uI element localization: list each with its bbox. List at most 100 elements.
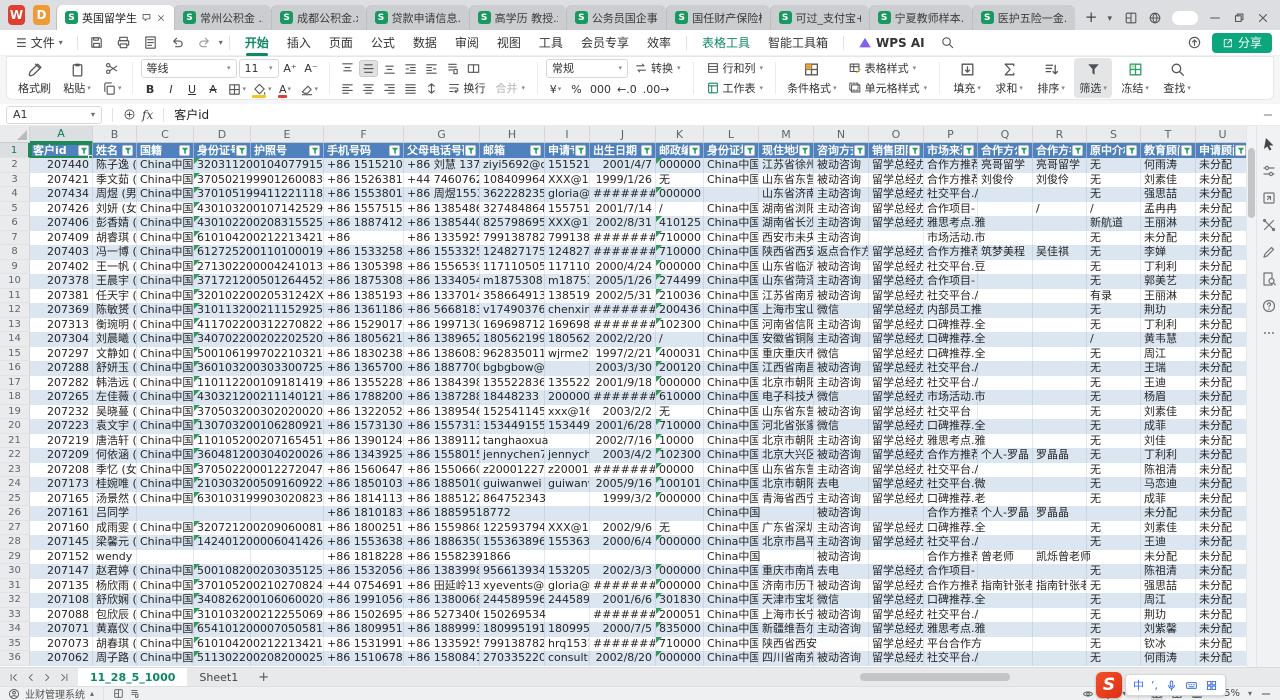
cell[interactable]: [1033, 477, 1087, 492]
cell[interactable]: China中国: [704, 274, 759, 289]
cell[interactable]: 未分配: [1141, 550, 1196, 565]
formula-bar-collapse-icon[interactable]: [1262, 109, 1274, 121]
vertical-scrollbar-thumb[interactable]: [1248, 148, 1255, 218]
cell[interactable]: +86 田延岭13954: [404, 579, 480, 594]
cell[interactable]: +86 13370140948: [404, 289, 480, 304]
row-number[interactable]: 10: [0, 274, 30, 289]
cell[interactable]: 207426: [30, 202, 93, 217]
menu-item-审阅[interactable]: 审阅: [446, 30, 488, 56]
cell[interactable]: 罗晶晶: [1033, 506, 1087, 521]
cell[interactable]: China中国: [704, 579, 759, 594]
format-button[interactable]: 合并▾: [492, 80, 530, 97]
microphone-icon[interactable]: [1165, 679, 1178, 692]
cell[interactable]: 孟冉冉: [1141, 202, 1196, 217]
docs-logo[interactable]: D: [33, 5, 50, 25]
cell[interactable]: 留学总经办: [869, 622, 924, 637]
cell[interactable]: 153449155: [480, 419, 545, 434]
cell[interactable]: 未分配: [1141, 231, 1196, 246]
al-left-button[interactable]: [338, 80, 357, 97]
cell[interactable]: +86 18056219: [324, 332, 404, 347]
cell[interactable]: 207108: [30, 593, 93, 608]
cell[interactable]: 130703200106280921: [194, 419, 251, 434]
cell[interactable]: 天津市宝坻: [759, 593, 814, 608]
cell[interactable]: 无: [1087, 376, 1141, 391]
cell[interactable]: China中国: [137, 245, 194, 260]
menu-item-效率[interactable]: 效率: [638, 30, 680, 56]
add-sheet-button[interactable]: +: [250, 668, 277, 686]
document-search-icon[interactable]: [1261, 271, 1277, 287]
cell[interactable]: [704, 187, 759, 202]
cell[interactable]: 未分配: [1196, 231, 1246, 246]
column-header-P[interactable]: P: [924, 126, 978, 143]
keyboard-icon[interactable]: [1185, 679, 1198, 692]
cell[interactable]: jennychen7: [545, 448, 590, 463]
cell[interactable]: +86 13851932: [324, 289, 404, 304]
cell[interactable]: 北京市朝阳: [759, 477, 814, 492]
cell[interactable]: +86 13552283: [324, 376, 404, 391]
help-icon[interactable]: [1261, 298, 1277, 314]
cell[interactable]: [1033, 318, 1087, 333]
cell[interactable]: China中国: [704, 419, 759, 434]
copy-button[interactable]: ▾: [100, 80, 124, 97]
cell[interactable]: 未分配: [1196, 506, 1246, 521]
cell[interactable]: 合作项目-: [924, 564, 978, 579]
cell[interactable]: z20001227: [545, 463, 590, 478]
cell[interactable]: 留学总经办: [869, 245, 924, 260]
cell[interactable]: [978, 492, 1033, 507]
cell[interactable]: 207403: [30, 245, 93, 260]
row-number[interactable]: 26: [0, 506, 30, 521]
cell[interactable]: +86 13439252: [324, 448, 404, 463]
cell[interactable]: 207402: [30, 260, 93, 275]
va-bot-button[interactable]: [380, 60, 399, 77]
cell[interactable]: 留学总经办: [869, 564, 924, 579]
cell[interactable]: 360103200303300725: [194, 361, 251, 376]
cell[interactable]: 被动咨询: [814, 405, 869, 420]
cell[interactable]: XXX@163.: [545, 521, 590, 536]
cell[interactable]: 河南省信阳: [759, 318, 814, 333]
cell[interactable]: /: [1087, 332, 1141, 347]
cell[interactable]: 成菲: [1141, 492, 1196, 507]
sheet-tab-Sheet1[interactable]: Sheet1: [187, 668, 250, 686]
cell[interactable]: China中国: [137, 477, 194, 492]
cell[interactable]: 无: [1087, 245, 1141, 260]
cell[interactable]: 无: [1087, 651, 1141, 666]
row-number[interactable]: 25: [0, 492, 30, 507]
print-icon[interactable]: [111, 35, 136, 50]
cell[interactable]: China中国: [704, 448, 759, 463]
cell[interactable]: 207071: [30, 622, 93, 637]
cell[interactable]: 2001/6/6: [590, 593, 656, 608]
header-cell-A[interactable]: 客户id: [30, 143, 93, 158]
cell[interactable]: 未分配: [1196, 521, 1246, 536]
column-header-G[interactable]: G: [404, 126, 480, 143]
cell[interactable]: [1033, 608, 1087, 623]
cell[interactable]: China中国: [704, 216, 759, 231]
cell[interactable]: 110112200109181419: [194, 376, 251, 391]
cell[interactable]: 200051: [656, 608, 704, 623]
row-number[interactable]: 19: [0, 405, 30, 420]
row-number[interactable]: 9: [0, 260, 30, 275]
format-button[interactable]: 000: [588, 81, 613, 98]
cell[interactable]: 1999/3/2: [590, 492, 656, 507]
cell[interactable]: [978, 187, 1033, 202]
cell[interactable]: China中国: [704, 245, 759, 260]
cell[interactable]: 亮哥留学: [1033, 158, 1087, 173]
cell[interactable]: 合作项目-: [924, 274, 978, 289]
cell[interactable]: 2002/8/31: [590, 216, 656, 231]
cell[interactable]: 上海市宝山: [759, 303, 814, 318]
cell[interactable]: 周江: [1141, 593, 1196, 608]
cell[interactable]: [978, 274, 1033, 289]
cell[interactable]: 无: [1087, 477, 1141, 492]
cell[interactable]: 210303200509160922: [194, 477, 251, 492]
cell[interactable]: 王迪: [1141, 535, 1196, 550]
cell[interactable]: 舒妍玉 (女: [93, 361, 137, 376]
cell[interactable]: 无: [1087, 390, 1141, 405]
cell[interactable]: 511302200208200025: [194, 651, 251, 666]
cell[interactable]: 无: [1087, 158, 1141, 173]
cell[interactable]: 207409: [30, 231, 93, 246]
cell[interactable]: 710000: [656, 231, 704, 246]
column-header-T[interactable]: T: [1141, 126, 1196, 143]
排序-button[interactable]: 排序▾: [1032, 58, 1070, 98]
cell[interactable]: [978, 608, 1033, 623]
cell[interactable]: 刘妍 (女): [93, 202, 137, 217]
zoom-out-icon[interactable]: [1260, 688, 1272, 700]
